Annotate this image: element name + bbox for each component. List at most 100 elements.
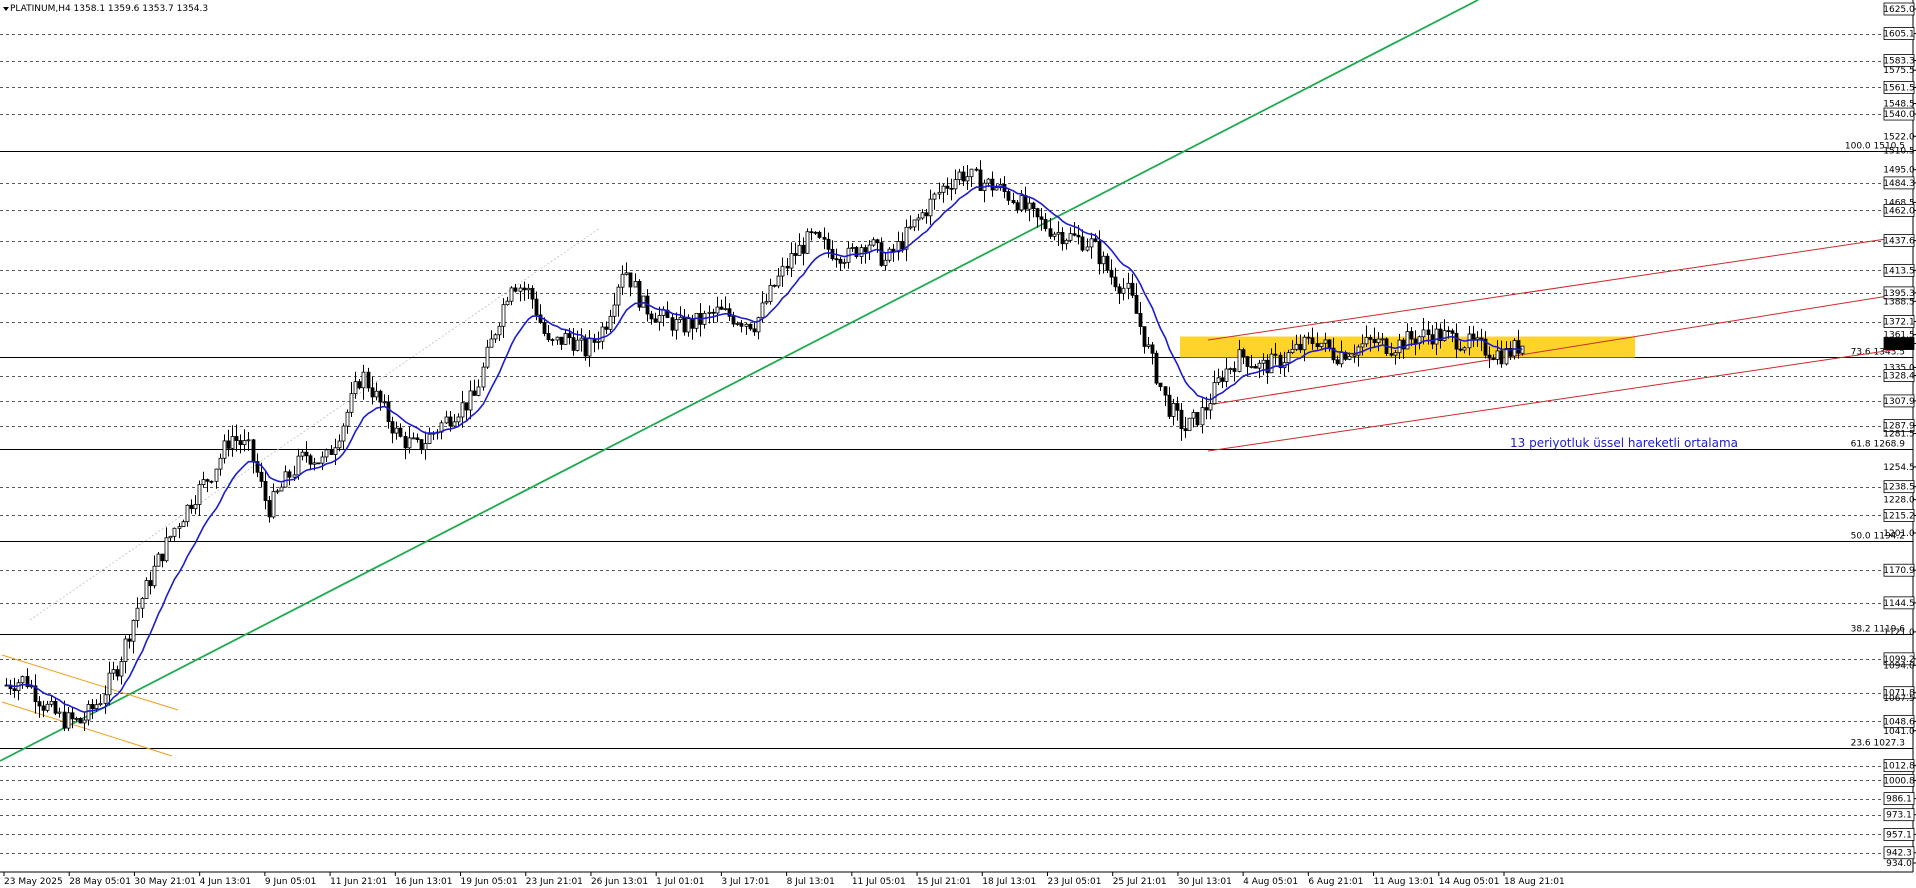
candle-body <box>1150 344 1155 354</box>
candle-body <box>201 479 206 486</box>
candle-body <box>308 455 313 465</box>
candle-body <box>1364 337 1369 345</box>
candle-body <box>817 231 822 238</box>
candle-body <box>296 455 301 476</box>
candle-body <box>694 312 699 329</box>
candle-body <box>41 705 46 711</box>
candle-body <box>366 371 371 389</box>
candle-body <box>98 702 103 706</box>
candle-body <box>1048 228 1053 237</box>
candle-body <box>345 411 350 427</box>
candle-body <box>1286 352 1291 364</box>
candle-body <box>1191 412 1196 419</box>
candle-body <box>370 387 375 398</box>
candle-body <box>374 390 379 398</box>
candle-body <box>1504 348 1509 365</box>
candle-body <box>1302 336 1307 351</box>
candle-body <box>908 226 913 229</box>
candle-body <box>969 168 974 178</box>
candle-body <box>1430 334 1435 345</box>
candle-body <box>12 688 17 692</box>
candle-body <box>1093 238 1098 243</box>
candle-body <box>579 337 584 341</box>
candle-body <box>214 468 219 482</box>
candle-body <box>965 176 970 182</box>
y-tick-label: 986.1 <box>1886 795 1912 805</box>
candle-body <box>222 440 227 459</box>
candle-body <box>82 719 87 724</box>
candle-body <box>805 231 810 254</box>
candle-body <box>612 304 617 317</box>
candle-body <box>575 339 580 351</box>
candle-body <box>526 287 531 291</box>
y-tick-label: 1012.8 <box>1883 762 1915 772</box>
candle-body <box>550 339 555 341</box>
candle-body <box>341 425 346 442</box>
candle-body <box>349 393 354 413</box>
candle-body <box>546 333 551 340</box>
candle-body <box>768 284 773 302</box>
y-tick-label: 1201.0 <box>1883 529 1915 539</box>
candle-body <box>653 318 658 323</box>
y-tick-label: 1067.5 <box>1883 694 1915 704</box>
y-tick-label: 1094.0 <box>1883 661 1915 671</box>
y-tick-label: 934.0 <box>1886 859 1912 869</box>
candle-body <box>234 436 239 441</box>
y-tick-label: 1144.5 <box>1883 599 1915 609</box>
candle-body <box>94 704 99 710</box>
candle-body <box>1516 340 1521 354</box>
candle-body <box>464 402 469 411</box>
candle-body <box>509 287 514 302</box>
candle-body <box>1352 354 1357 357</box>
candle-body <box>945 185 950 189</box>
candle-body <box>263 481 268 501</box>
candle-body <box>62 711 67 729</box>
candle-body <box>883 259 888 266</box>
candle-body <box>530 287 535 300</box>
candle-body <box>485 346 490 368</box>
candle-body <box>1257 362 1262 369</box>
candle-body <box>682 316 687 333</box>
candle-body <box>571 337 576 351</box>
candle-body <box>407 437 412 449</box>
candle-body <box>633 281 638 288</box>
candle-body <box>1471 333 1476 341</box>
candle-body <box>555 336 560 341</box>
candle-body <box>1335 359 1340 365</box>
candle-body <box>1072 233 1077 236</box>
candle-body <box>707 311 712 314</box>
candle-body <box>719 306 724 310</box>
candle-body <box>287 471 292 478</box>
candle-body <box>1232 368 1237 372</box>
candle-body <box>177 526 182 529</box>
candle-body <box>859 247 864 257</box>
candle-body <box>620 273 625 288</box>
candle-body <box>1327 339 1332 349</box>
x-tick-label: 16 Jun 13:01 <box>395 877 452 887</box>
candle-body <box>1216 377 1221 383</box>
candle-body <box>731 315 736 325</box>
y-tick-label: 1605.1 <box>1883 30 1915 40</box>
y-tick-label: 1462.0 <box>1883 206 1915 216</box>
candle-body <box>1171 403 1176 417</box>
candle-body <box>1011 199 1016 204</box>
candle-body <box>1446 330 1451 333</box>
candle-body <box>649 313 654 320</box>
candle-body <box>1228 368 1233 370</box>
candle-body <box>197 484 202 505</box>
candle-body <box>283 471 288 488</box>
y-tick-label: 1575.5 <box>1883 66 1915 76</box>
candle-body <box>152 565 157 587</box>
candle-body <box>1064 239 1069 245</box>
candle-body <box>678 316 683 321</box>
candle-body <box>1212 382 1217 405</box>
x-tick-label: 11 Jun 21:01 <box>330 877 387 887</box>
candle-body <box>181 521 186 528</box>
candle-body <box>292 474 297 478</box>
candle-body <box>1204 407 1209 411</box>
candle-body <box>481 366 486 388</box>
x-tick-label: 8 Jul 13:01 <box>787 877 835 887</box>
price-chart[interactable]: 100.0 1510.573.6 1343.561.8 1268.950.0 1… <box>0 0 1916 888</box>
candle-body <box>1323 339 1328 344</box>
candle-body <box>193 504 198 510</box>
